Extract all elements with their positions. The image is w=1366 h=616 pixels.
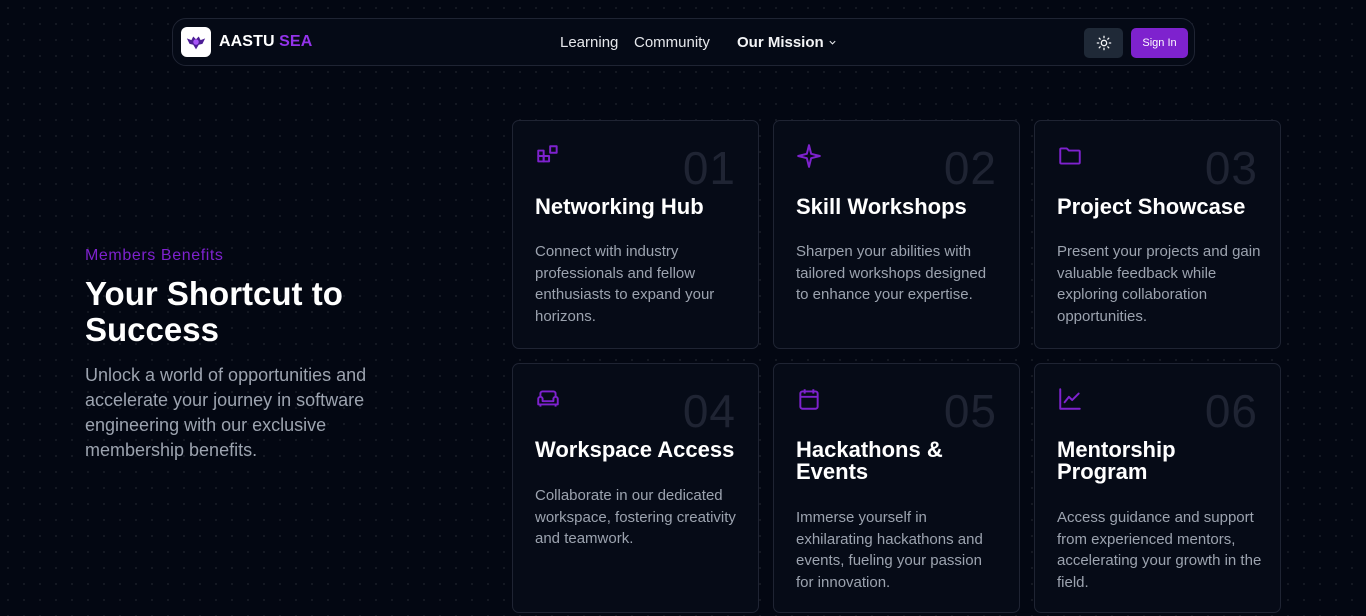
calendar-icon <box>799 389 819 410</box>
sofa-icon <box>537 390 559 407</box>
card-title: Skill Workshops <box>796 194 967 219</box>
sun-icon <box>1096 35 1111 51</box>
card-number: 02 <box>943 142 997 194</box>
benefit-card-networking: 01 Networking Hub Connect with industry … <box>512 120 759 349</box>
card-description: Access guidance and support from experie… <box>1057 509 1262 591</box>
card-title: Mentorship Program <box>1057 437 1176 484</box>
nav-dropdown-label: Our Mission <box>737 34 824 51</box>
nav-link-community[interactable]: Community <box>634 34 710 51</box>
benefit-card-mentorship: 06 Mentorship Program Access guidance an… <box>1034 363 1281 613</box>
logo[interactable] <box>181 27 211 57</box>
nav-dropdown-our-mission[interactable]: Our Mission <box>737 34 837 51</box>
sign-in-button[interactable]: Sign In <box>1131 28 1188 58</box>
brand-secondary: SEA <box>279 33 313 50</box>
card-number: 04 <box>682 385 736 437</box>
card-number: 01 <box>682 142 736 194</box>
blocks-icon <box>537 145 558 163</box>
chevron-down-icon <box>829 40 836 45</box>
card-description: Present your projects and gain valuable … <box>1057 243 1261 325</box>
card-number: 05 <box>943 385 997 437</box>
chart-line-icon <box>1059 388 1081 410</box>
theme-toggle-button[interactable] <box>1084 28 1123 58</box>
card-description: Immerse yourself in exhilarating hackath… <box>796 509 983 591</box>
eagle-logo-icon <box>186 36 206 50</box>
benefit-card-hackathons: 05 Hackathons & Events Immerse yourself … <box>773 363 1020 613</box>
sparkle-icon <box>797 144 821 168</box>
hero-title: Your Shortcut to Success <box>85 275 343 348</box>
nav-link-learning[interactable]: Learning <box>560 34 618 51</box>
card-number: 03 <box>1204 142 1258 194</box>
card-description: Sharpen your abilities with tailored wor… <box>796 243 987 303</box>
section-eyebrow: Members Benefits <box>85 247 224 264</box>
card-number: 06 <box>1204 385 1258 437</box>
card-title: Project Showcase <box>1057 194 1246 219</box>
card-title: Networking Hub <box>535 194 704 219</box>
hero-subtitle: Unlock a world of opportunities and acce… <box>85 365 367 460</box>
brand-name[interactable]: AASTU SEA <box>219 33 312 51</box>
card-title: Hackathons & Events <box>796 437 943 484</box>
card-title: Workspace Access <box>535 437 735 462</box>
benefit-card-workshops: 02 Skill Workshops Sharpen your abilitie… <box>773 120 1020 349</box>
navbar: AASTU SEA Learning Community Our Mission… <box>172 18 1195 66</box>
folder-icon <box>1059 147 1081 165</box>
brand-primary: AASTU <box>219 33 275 50</box>
card-description: Collaborate in our dedicated workspace, … <box>535 487 736 547</box>
benefit-card-showcase: 03 Project Showcase Present your project… <box>1034 120 1281 349</box>
card-description: Connect with industry professionals and … <box>535 243 715 325</box>
benefit-card-workspace: 04 Workspace Access Collaborate in our d… <box>512 363 759 613</box>
